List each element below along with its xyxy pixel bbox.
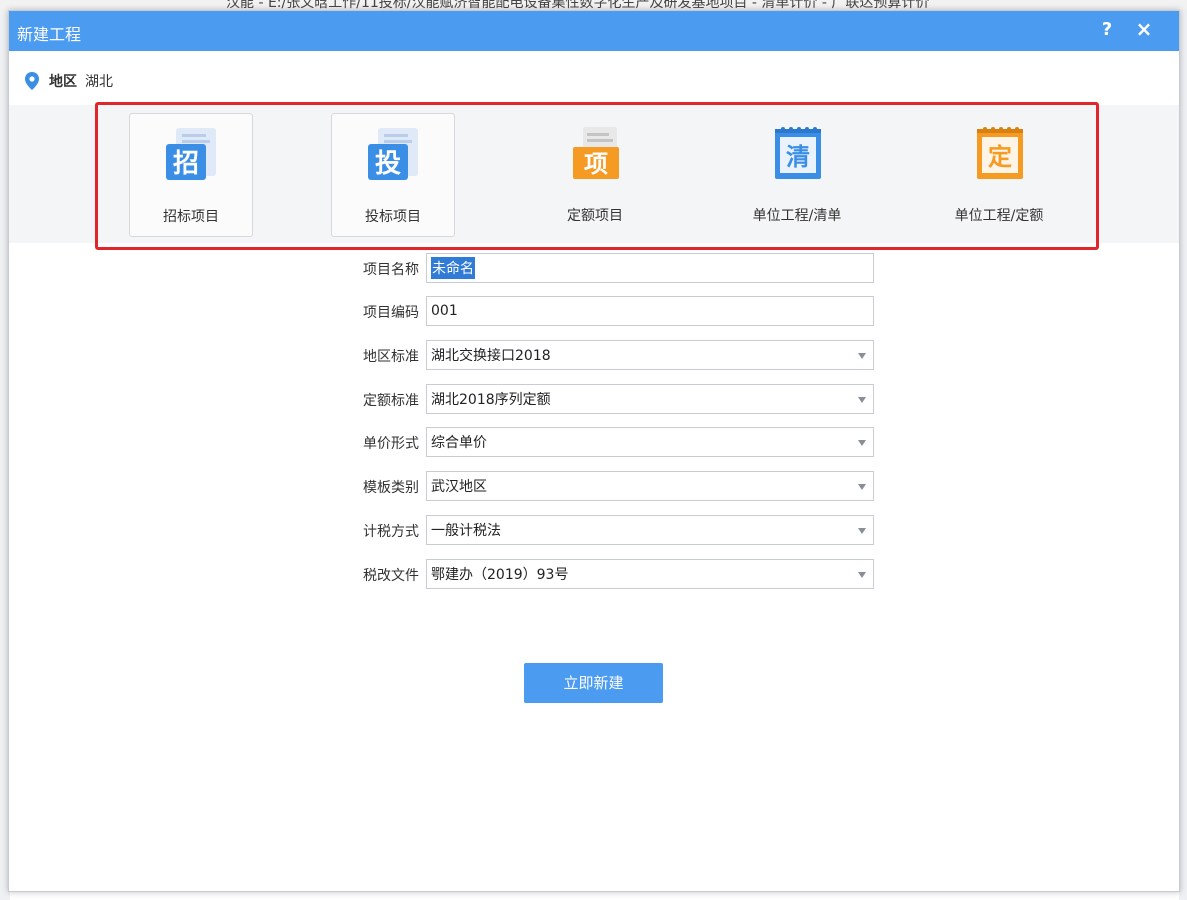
tax-method-label: 计税方式 <box>363 524 419 540</box>
price-form-label: 单价形式 <box>363 436 419 452</box>
form-row-tax-document: 税改文件 鄂建办（2019）93号 <box>349 559 879 589</box>
tax-method-value: 一般计税法 <box>431 523 501 539</box>
quota-standard-select[interactable]: 湖北2018序列定额 <box>426 384 874 414</box>
form-row-tax-method: 计税方式 一般计税法 <box>349 515 879 545</box>
region-standard-label: 地区标准 <box>363 349 419 365</box>
new-project-dialog: 新建工程 ? × 地区 湖北 招 招标项目 投 投标项目 项 定额项目 清 单位… <box>8 10 1180 892</box>
region-label: 地区 <box>49 74 77 90</box>
create-now-button[interactable]: 立即新建 <box>524 663 663 703</box>
template-type-value: 武汉地区 <box>431 479 487 495</box>
tax-document-select[interactable]: 鄂建办（2019）93号 <box>426 559 874 589</box>
region-standard-value: 湖北交换接口2018 <box>431 348 551 364</box>
help-button[interactable]: ? <box>1097 19 1117 43</box>
chevron-down-icon <box>858 572 866 578</box>
form-row-project-code: 项目编码 001 <box>349 296 879 326</box>
background-window-title: 汉能 - E:/张文晗工作/11投标/汉能赋济智能配电设备集性数字化生产及研发基… <box>226 0 930 10</box>
template-type-label: 模板类别 <box>363 480 419 496</box>
region-indicator: 地区 湖北 <box>25 69 113 93</box>
dialog-header: 新建工程 ? × <box>9 11 1179 51</box>
price-form-select[interactable]: 综合单价 <box>426 427 874 457</box>
form-row-project-name: 项目名称 未命名 <box>349 253 879 283</box>
project-code-label: 项目编码 <box>363 305 419 321</box>
form-row-quota-standard: 定额标准 湖北2018序列定额 <box>349 384 879 414</box>
chevron-down-icon <box>858 353 866 359</box>
form-row-price-form: 单价形式 综合单价 <box>349 427 879 457</box>
quota-standard-value: 湖北2018序列定额 <box>431 392 551 408</box>
chevron-down-icon <box>858 397 866 403</box>
project-code-value: 001 <box>431 303 458 319</box>
price-form-value: 综合单价 <box>431 435 487 451</box>
project-name-input[interactable]: 未命名 <box>426 253 874 283</box>
template-type-select[interactable]: 武汉地区 <box>426 471 874 501</box>
region-standard-select[interactable]: 湖北交换接口2018 <box>426 340 874 370</box>
highlight-frame <box>95 102 1099 250</box>
chevron-down-icon <box>858 484 866 490</box>
quota-standard-label: 定额标准 <box>363 393 419 409</box>
tax-document-label: 税改文件 <box>363 568 419 584</box>
location-pin-icon <box>25 72 39 90</box>
form-row-template-type: 模板类别 武汉地区 <box>349 471 879 501</box>
tax-method-select[interactable]: 一般计税法 <box>426 515 874 545</box>
region-value: 湖北 <box>85 74 113 90</box>
project-code-input[interactable]: 001 <box>426 296 874 326</box>
background-right-edge <box>1179 10 1187 900</box>
close-button[interactable]: × <box>1133 17 1155 43</box>
project-name-value: 未命名 <box>431 257 475 279</box>
dialog-title: 新建工程 <box>17 25 82 44</box>
tax-document-value: 鄂建办（2019）93号 <box>431 567 569 583</box>
chevron-down-icon <box>858 528 866 534</box>
form-row-region-standard: 地区标准 湖北交换接口2018 <box>349 340 879 370</box>
chevron-down-icon <box>858 440 866 446</box>
project-name-label: 项目名称 <box>363 262 419 278</box>
background-window-titlebar: 汉能 - E:/张文晗工作/11投标/汉能赋济智能配电设备集性数字化生产及研发基… <box>0 0 1187 10</box>
